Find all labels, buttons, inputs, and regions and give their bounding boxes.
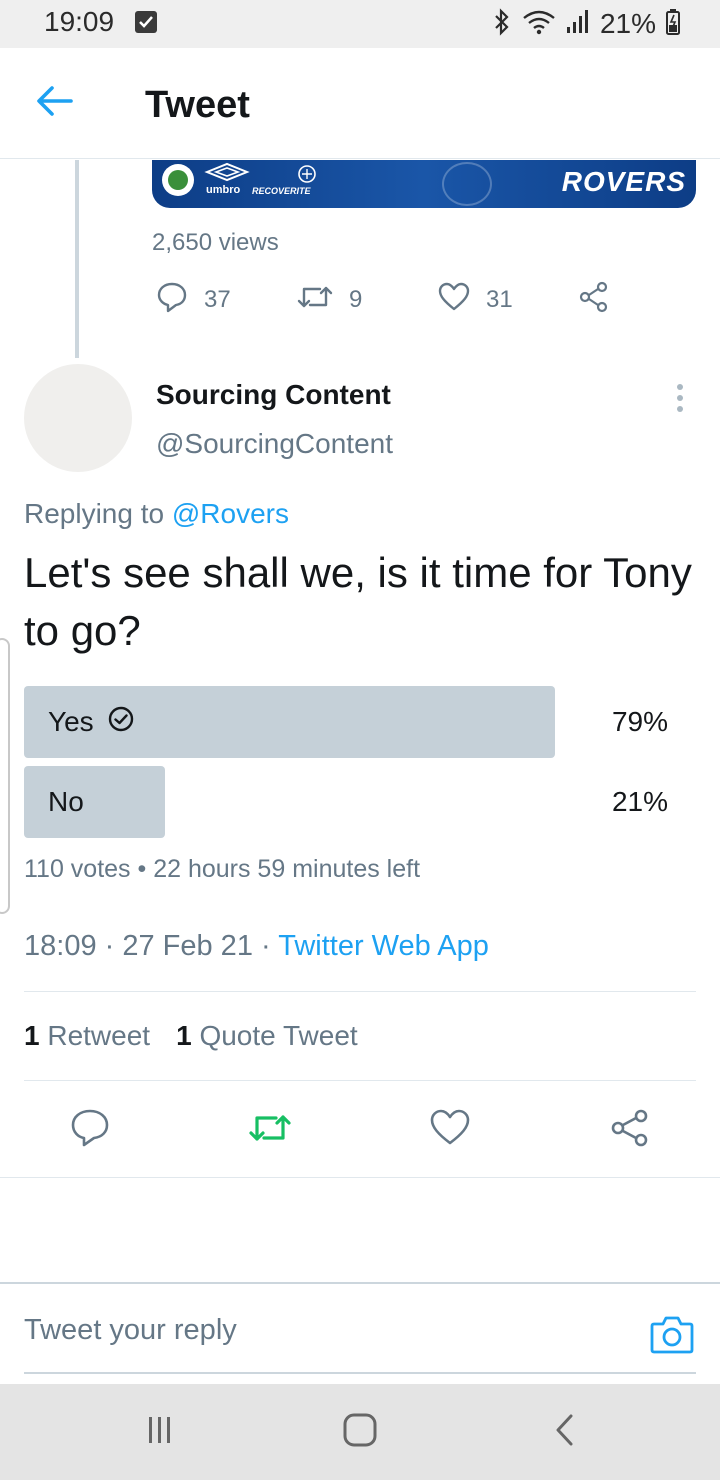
retweets-number: 1 bbox=[24, 1020, 40, 1051]
reply-button[interactable] bbox=[68, 1108, 112, 1152]
parent-reply-button[interactable]: 37 bbox=[156, 282, 231, 318]
divider bbox=[24, 1080, 696, 1081]
reply-count: 37 bbox=[204, 286, 231, 313]
more-options-icon[interactable] bbox=[668, 380, 692, 416]
quotes-label: Quote Tweet bbox=[199, 1020, 358, 1051]
camera-icon bbox=[650, 1316, 694, 1358]
tweet-action-row bbox=[0, 1100, 720, 1160]
author-name[interactable]: Sourcing Content bbox=[156, 379, 391, 411]
reply-icon bbox=[156, 281, 188, 320]
reply-composer bbox=[0, 1282, 720, 1384]
poll-option-no[interactable]: No 21% bbox=[24, 766, 696, 838]
retweet-count: 9 bbox=[349, 286, 363, 313]
poll-option-label: No bbox=[48, 786, 84, 817]
battery-icon bbox=[666, 8, 680, 40]
poll-percent: 21% bbox=[611, 786, 668, 817]
divider bbox=[24, 991, 696, 992]
reply-underline bbox=[24, 1372, 696, 1374]
retweets-label: Retweet bbox=[47, 1020, 151, 1051]
retweets-link[interactable]: 1 Retweet bbox=[24, 1020, 150, 1052]
views-count: 2,650 views bbox=[152, 229, 279, 256]
status-icons: 21% bbox=[492, 6, 680, 42]
source-app-link[interactable]: Twitter Web App bbox=[278, 930, 489, 962]
edge-panel-handle[interactable] bbox=[0, 638, 10, 914]
recoverite-logo-icon: RECOVERITE bbox=[252, 164, 362, 200]
heart-icon bbox=[438, 282, 470, 319]
back-nav-button[interactable] bbox=[544, 1412, 584, 1452]
heart-icon bbox=[430, 1109, 470, 1152]
like-button[interactable] bbox=[428, 1108, 472, 1152]
poll-option-label: Yes bbox=[48, 706, 94, 737]
club-logo-icon bbox=[162, 164, 194, 196]
quote-tweets-link[interactable]: 1 Quote Tweet bbox=[176, 1020, 358, 1052]
poll-percent: 79% bbox=[611, 706, 668, 737]
home-button[interactable] bbox=[340, 1412, 380, 1452]
check-icon bbox=[135, 11, 157, 33]
parent-share-button[interactable] bbox=[578, 281, 610, 320]
thread-line bbox=[75, 160, 79, 358]
timestamp-text: 18:09 · 27 Feb 21 · bbox=[24, 930, 279, 962]
bluetooth-icon bbox=[492, 7, 512, 41]
check-circle-icon bbox=[108, 706, 134, 739]
page-title: Tweet bbox=[145, 84, 250, 126]
share-button[interactable] bbox=[608, 1108, 652, 1152]
retweet-icon bbox=[297, 282, 333, 319]
media-banner[interactable]: umbro RECOVERITE ROVERS bbox=[152, 160, 696, 208]
camera-button[interactable] bbox=[650, 1314, 694, 1354]
status-time: 19:09 bbox=[44, 6, 115, 37]
banner-text: ROVERS bbox=[561, 166, 686, 197]
poll-bar bbox=[24, 766, 165, 838]
status-bar: 19:09 21% bbox=[0, 0, 720, 48]
poll-label: No bbox=[48, 766, 84, 838]
app-header: Tweet bbox=[0, 48, 720, 159]
battery-percent: 21% bbox=[599, 8, 656, 39]
retweet-button[interactable] bbox=[248, 1108, 292, 1152]
tweet-text: Let's see shall we, is it time for Tony … bbox=[24, 549, 692, 654]
like-count: 31 bbox=[486, 286, 513, 313]
share-icon bbox=[610, 1108, 650, 1153]
chevron-left-icon bbox=[553, 1413, 575, 1452]
recent-apps-icon bbox=[144, 1415, 176, 1450]
poll-label: Yes bbox=[48, 686, 134, 758]
banner-recoverite-text: RECOVERITE bbox=[252, 186, 311, 196]
engagement-counts: 1 Retweet 1 Quote Tweet bbox=[24, 1020, 358, 1052]
replying-handle-link[interactable]: @Rovers bbox=[172, 498, 289, 529]
reply-icon bbox=[70, 1108, 110, 1153]
parent-action-row: 37 9 31 bbox=[152, 281, 622, 320]
back-button[interactable] bbox=[30, 78, 80, 128]
poll-meta: 110 votes • 22 hours 59 minutes left bbox=[24, 855, 421, 883]
avatar[interactable] bbox=[24, 364, 132, 472]
poll-option-yes[interactable]: Yes 79% bbox=[24, 686, 696, 758]
tweet-timestamp: 18:09 · 27 Feb 21 · Twitter Web App bbox=[24, 930, 489, 963]
retweet-icon bbox=[248, 1110, 292, 1151]
parent-retweet-button[interactable]: 9 bbox=[297, 282, 362, 318]
wifi-icon bbox=[522, 9, 556, 40]
crest-watermark-icon bbox=[442, 162, 492, 206]
system-nav-bar bbox=[0, 1384, 720, 1480]
arrow-left-icon bbox=[37, 85, 73, 122]
replying-to: Replying to @Rovers bbox=[24, 498, 289, 530]
share-icon bbox=[578, 281, 610, 320]
author-handle[interactable]: @SourcingContent bbox=[156, 428, 393, 460]
divider bbox=[0, 1177, 720, 1178]
reply-input[interactable] bbox=[24, 1314, 584, 1347]
recent-apps-button[interactable] bbox=[140, 1412, 180, 1452]
parent-like-button[interactable]: 31 bbox=[438, 282, 513, 318]
replying-prefix: Replying to bbox=[24, 498, 165, 529]
poll: Yes 79% No 21% bbox=[24, 686, 696, 846]
home-icon bbox=[342, 1412, 378, 1453]
umbro-logo-icon: umbro bbox=[204, 162, 250, 200]
signal-icon bbox=[566, 9, 590, 40]
quotes-number: 1 bbox=[176, 1020, 192, 1051]
banner-umbro-text: umbro bbox=[206, 184, 241, 196]
